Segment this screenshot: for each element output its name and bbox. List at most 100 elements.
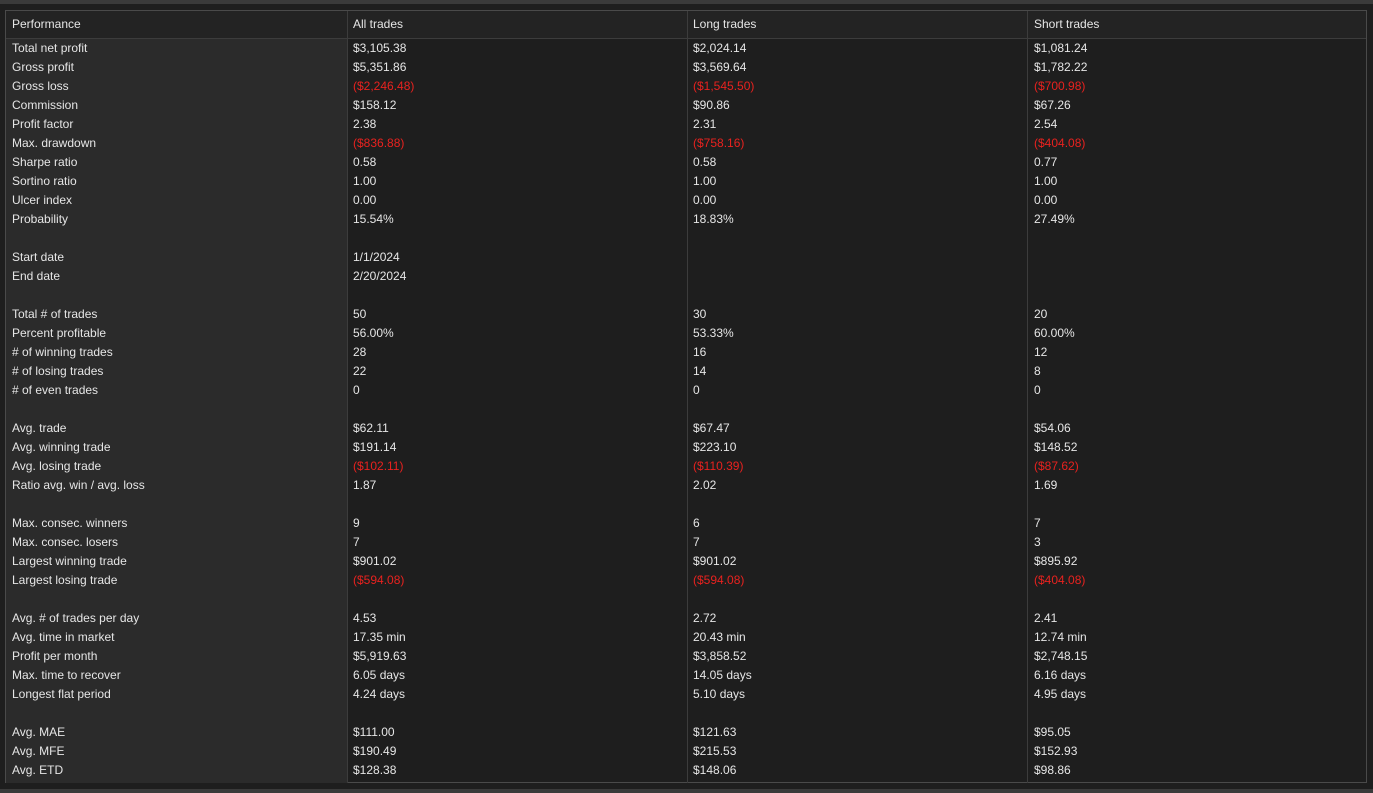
- cell-short-trades: 2.41: [1034, 611, 1058, 625]
- cell-long-trades: ($758.16): [693, 136, 745, 150]
- row-label: Gross loss: [12, 79, 69, 93]
- table-row: # of even trades 0 0 0: [6, 381, 1366, 400]
- cell-all-trades: 56.00%: [353, 326, 394, 340]
- cell-long-trades: 0.58: [693, 155, 717, 169]
- row-label: Sharpe ratio: [12, 155, 78, 169]
- cell-all-trades: $128.38: [353, 763, 397, 777]
- table-row: Longest flat period 4.24 days 5.10 days 4.9…: [6, 685, 1366, 704]
- table-row: Max. consec. winners 9 6 7: [6, 514, 1366, 533]
- header-short-trades[interactable]: Short trades: [1028, 11, 1366, 38]
- cell-short-trades: [1028, 248, 1366, 267]
- cell-all-trades: $111.00: [353, 725, 395, 739]
- table-row: Ulcer index 0.00 0.00 0.00: [6, 191, 1366, 210]
- cell-long-trades: [687, 400, 1028, 419]
- row-label: Commission: [12, 98, 79, 112]
- cell-short-trades: 1.00: [1034, 174, 1058, 188]
- cell-all-trades: 0.58: [353, 155, 377, 169]
- cell-short-trades: 12: [1034, 345, 1048, 359]
- cell-short-trades: ($87.62): [1034, 459, 1079, 473]
- top-border: [0, 0, 1373, 4]
- cell-long-trades: 53.33%: [693, 326, 734, 340]
- cell-short-trades: [1028, 229, 1366, 248]
- row-label: Ratio avg. win / avg. loss: [12, 478, 145, 492]
- row-label: Ulcer index: [12, 193, 73, 207]
- table-row: Sharpe ratio 0.58 0.58 0.77: [6, 153, 1366, 172]
- table-row: Max. drawdown ($836.88) ($758.16) ($404.08): [6, 134, 1366, 153]
- cell-long-trades: [687, 590, 1028, 609]
- cell-short-trades: ($404.08): [1034, 573, 1086, 587]
- table-row: Max. consec. losers 7 7 3: [6, 533, 1366, 552]
- table-row: Total net profit $3,105.38 $2,024.14 $1,081…: [6, 39, 1366, 58]
- table-row: End date 2/20/2024: [6, 267, 1366, 286]
- row-label: Gross profit: [12, 60, 75, 74]
- cell-long-trades: $67.47: [693, 421, 730, 435]
- cell-long-trades: 0: [693, 383, 700, 397]
- cell-long-trades: $2,024.14: [693, 41, 747, 55]
- cell-all-trades: 2.38: [353, 117, 377, 131]
- table-row: Largest losing trade ($594.08) ($594.08) ($…: [6, 571, 1366, 590]
- cell-short-trades: $1,782.22: [1034, 60, 1088, 74]
- cell-long-trades: ($594.08): [693, 573, 745, 587]
- cell-all-trades: 9: [353, 516, 360, 530]
- row-label: Avg. trade: [12, 421, 67, 435]
- cell-long-trades: $215.53: [693, 744, 737, 758]
- table-row: Total # of trades 50 30 20: [6, 305, 1366, 324]
- row-label: Profit factor: [12, 117, 74, 131]
- cell-all-trades: [347, 286, 687, 305]
- table-row: [6, 704, 1366, 723]
- table-row: Start date 1/1/2024: [6, 248, 1366, 267]
- cell-short-trades: [1028, 704, 1366, 723]
- row-label: Avg. winning trade: [12, 440, 111, 454]
- bottom-border: [0, 789, 1373, 793]
- row-label: Sortino ratio: [12, 174, 77, 188]
- cell-short-trades: 2.54: [1034, 117, 1058, 131]
- cell-long-trades: $3,569.64: [693, 60, 747, 74]
- row-label: Percent profitable: [12, 326, 107, 340]
- cell-short-trades: 0.77: [1034, 155, 1058, 169]
- cell-long-trades: 30: [693, 307, 707, 321]
- row-label: Max. consec. winners: [12, 516, 128, 530]
- row-label: Probability: [12, 212, 69, 226]
- cell-long-trades: $121.63: [693, 725, 737, 739]
- cell-short-trades: [1028, 267, 1366, 286]
- row-label: [6, 704, 347, 723]
- cell-all-trades: 1.87: [353, 478, 377, 492]
- table-body: Total net profit $3,105.38 $2,024.14 $1,081…: [6, 39, 1366, 780]
- cell-long-trades: 14.05 days: [693, 668, 752, 682]
- cell-all-trades: 6.05 days: [353, 668, 406, 682]
- cell-long-trades: 2.02: [693, 478, 717, 492]
- cell-long-trades: 14: [693, 364, 707, 378]
- cell-all-trades: [347, 229, 687, 248]
- table-row: Avg. MAE $111.00 $121.63 $95.05: [6, 723, 1366, 742]
- cell-all-trades: $901.02: [353, 554, 397, 568]
- cell-short-trades: 7: [1034, 516, 1041, 530]
- cell-all-trades: 4.53: [353, 611, 377, 625]
- row-label: Avg. # of trades per day: [12, 611, 140, 625]
- table-row: Probability 15.54% 18.83% 27.49%: [6, 210, 1366, 229]
- table-row: Largest winning trade $901.02 $901.02 $895.…: [6, 552, 1366, 571]
- header-long-trades[interactable]: Long trades: [687, 11, 1028, 38]
- cell-all-trades: 2/20/2024: [353, 269, 407, 283]
- cell-all-trades: [347, 704, 687, 723]
- header-all-trades[interactable]: All trades: [347, 11, 687, 38]
- cell-all-trades: 22: [353, 364, 367, 378]
- row-label: Avg. MAE: [12, 725, 66, 739]
- cell-long-trades: 18.83%: [693, 212, 734, 226]
- cell-long-trades: $901.02: [693, 554, 737, 568]
- cell-long-trades: 5.10 days: [693, 687, 746, 701]
- table-row: Profit per month $5,919.63 $3,858.52 $2,748…: [6, 647, 1366, 666]
- row-label: Avg. ETD: [12, 763, 64, 777]
- cell-long-trades: 16: [693, 345, 707, 359]
- cell-all-trades: 4.24 days: [353, 687, 406, 701]
- cell-short-trades: $98.86: [1034, 763, 1071, 777]
- table-row: Max. time to recover 6.05 days 14.05 days 6…: [6, 666, 1366, 685]
- cell-long-trades: [687, 248, 1028, 267]
- table-row: Ratio avg. win / avg. loss 1.87 2.02 1.69: [6, 476, 1366, 495]
- row-label: Avg. MFE: [12, 744, 65, 758]
- header-performance[interactable]: Performance: [6, 11, 347, 38]
- cell-short-trades: 12.74 min: [1034, 630, 1087, 644]
- cell-short-trades: 0.00: [1034, 193, 1058, 207]
- cell-all-trades: 0.00: [353, 193, 377, 207]
- cell-all-trades: $3,105.38: [353, 41, 407, 55]
- cell-short-trades: $895.92: [1034, 554, 1078, 568]
